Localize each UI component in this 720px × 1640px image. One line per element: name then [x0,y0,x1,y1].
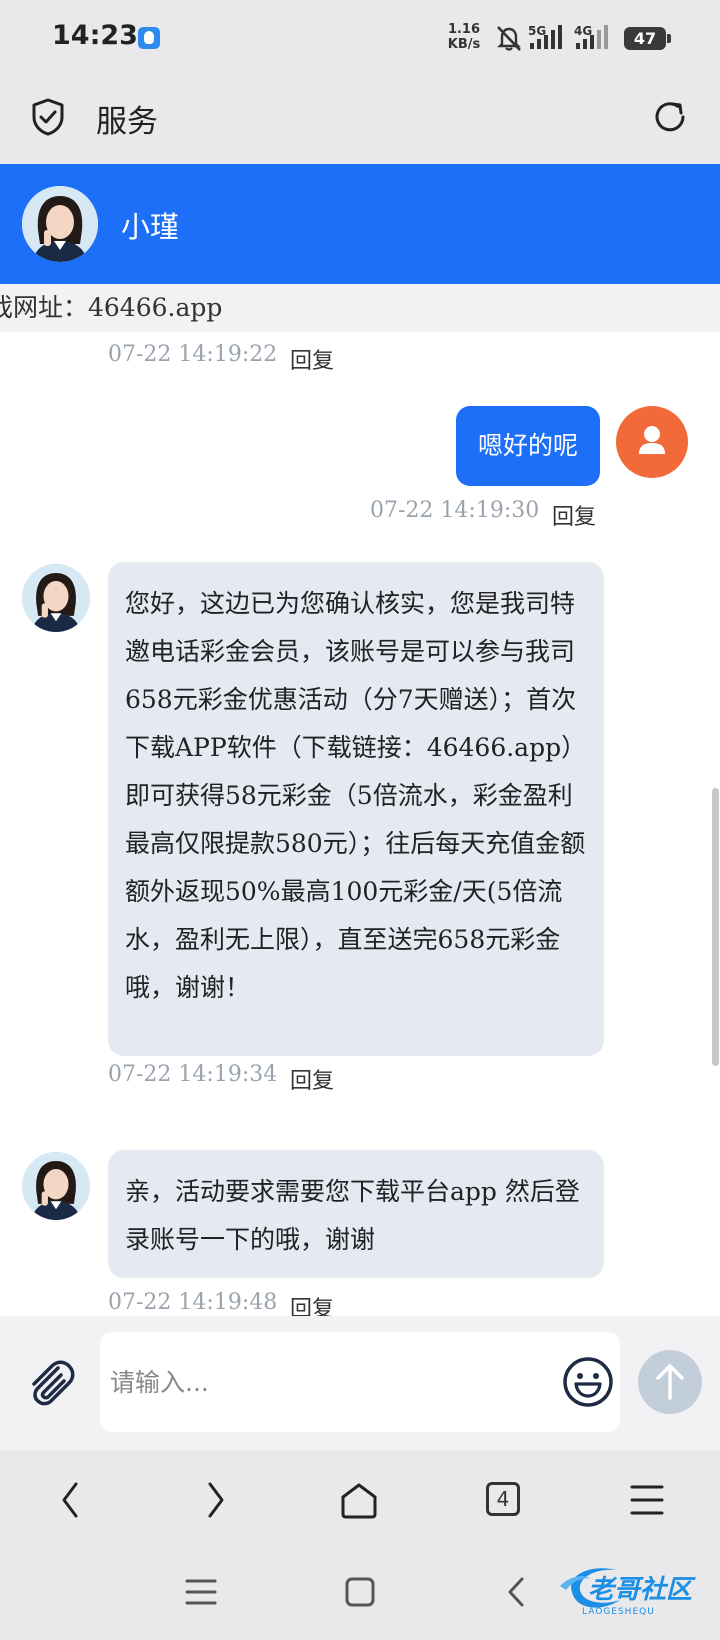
reply-link[interactable]: 回复 [290,1291,334,1316]
notice-strip: 戏网址：46466.app [0,284,720,332]
agent-photo [22,1152,90,1220]
status-bar: 14:23 1.16 KB/s 5G 4G 47 [0,0,720,76]
refresh-icon[interactable] [650,97,690,137]
arrow-up-icon [656,1364,684,1400]
battery-icon: 47 [624,27,671,50]
recent-apps-icon[interactable] [184,1576,218,1608]
reply-link[interactable]: 回复 [552,499,596,531]
signal-5g-icon: 5G [528,24,562,49]
app-title: 服务 [96,104,158,140]
incoming-message-bubble[interactable]: 亲，活动要求需要您下载平台app 然后登录账号一下的哦，谢谢 [108,1150,604,1278]
message-timestamp: 07-22 14:19:48 [108,1290,278,1315]
message-input[interactable] [110,1332,530,1432]
network-speed: 1.16 KB/s [444,22,484,52]
shield-check-icon[interactable] [30,97,66,137]
watermark-subtext: LAOGESHEQU [582,1607,655,1617]
battery-level: 47 [633,29,657,48]
system-back-icon[interactable] [504,1576,530,1608]
reply-link[interactable]: 回复 [290,343,334,375]
qq-notification-icon [138,27,160,49]
watermark-text: 老哥社区 [588,1575,696,1605]
attachment-icon[interactable] [24,1356,78,1410]
home-icon[interactable] [338,1480,380,1522]
watermark-logo: 老哥社区 LAOGESHEQU [560,1568,696,1617]
agent-message-avatar[interactable] [22,1152,90,1220]
status-time: 14:23 [52,20,138,51]
chat-header: 小瑾 [0,164,720,284]
menu-icon[interactable] [628,1480,666,1520]
agent-name: 小瑾 [121,210,180,244]
browser-toolbar: 4 [0,1450,720,1550]
message-timestamp: 07-22 14:19:34 [108,1062,278,1087]
message-timestamp: 07-22 14:19:22 [108,342,278,367]
agent-photo [22,186,98,262]
notice-text: 戏网址：46466.app [0,293,223,322]
network-5g-label: 5G [528,24,546,38]
network-4g-label: 4G [574,24,592,38]
user-avatar[interactable] [616,406,688,478]
incoming-message-bubble[interactable]: 您好，这边已为您确认核实，您是我司特邀电话彩金会员，该账号是可以参与我司658元… [108,562,604,1056]
message-input-box[interactable] [100,1332,620,1432]
back-chevron-icon[interactable] [56,1480,86,1520]
tab-count-button[interactable]: 4 [486,1482,520,1516]
message-timestamp: 07-22 14:19:30 [370,498,540,523]
network-speed-unit: KB/s [447,37,481,52]
message-input-bar [0,1316,720,1450]
person-icon [639,426,665,454]
network-speed-value: 1.16 [447,22,481,37]
reply-link[interactable]: 回复 [290,1063,334,1095]
outgoing-message-bubble[interactable]: 嗯好的呢 [456,406,600,486]
scrollbar-thumb[interactable] [712,788,719,1066]
mute-bell-icon [497,26,521,51]
agent-avatar[interactable] [22,186,98,262]
forward-chevron-icon[interactable] [200,1480,230,1520]
chat-message-list[interactable]: 07-22 14:19:22 回复 嗯好的呢 07-22 14:19:30 回复… [0,332,720,1316]
system-navigation-bar: 老哥社区 LAOGESHEQU [0,1550,720,1640]
home-square-icon[interactable] [344,1576,376,1608]
agent-photo [22,564,90,632]
send-button[interactable] [638,1350,702,1414]
agent-message-avatar[interactable] [22,564,90,632]
signal-4g-icon: 4G [574,24,608,49]
emoji-icon[interactable] [562,1356,614,1408]
app-bar: 服务 [0,76,720,164]
